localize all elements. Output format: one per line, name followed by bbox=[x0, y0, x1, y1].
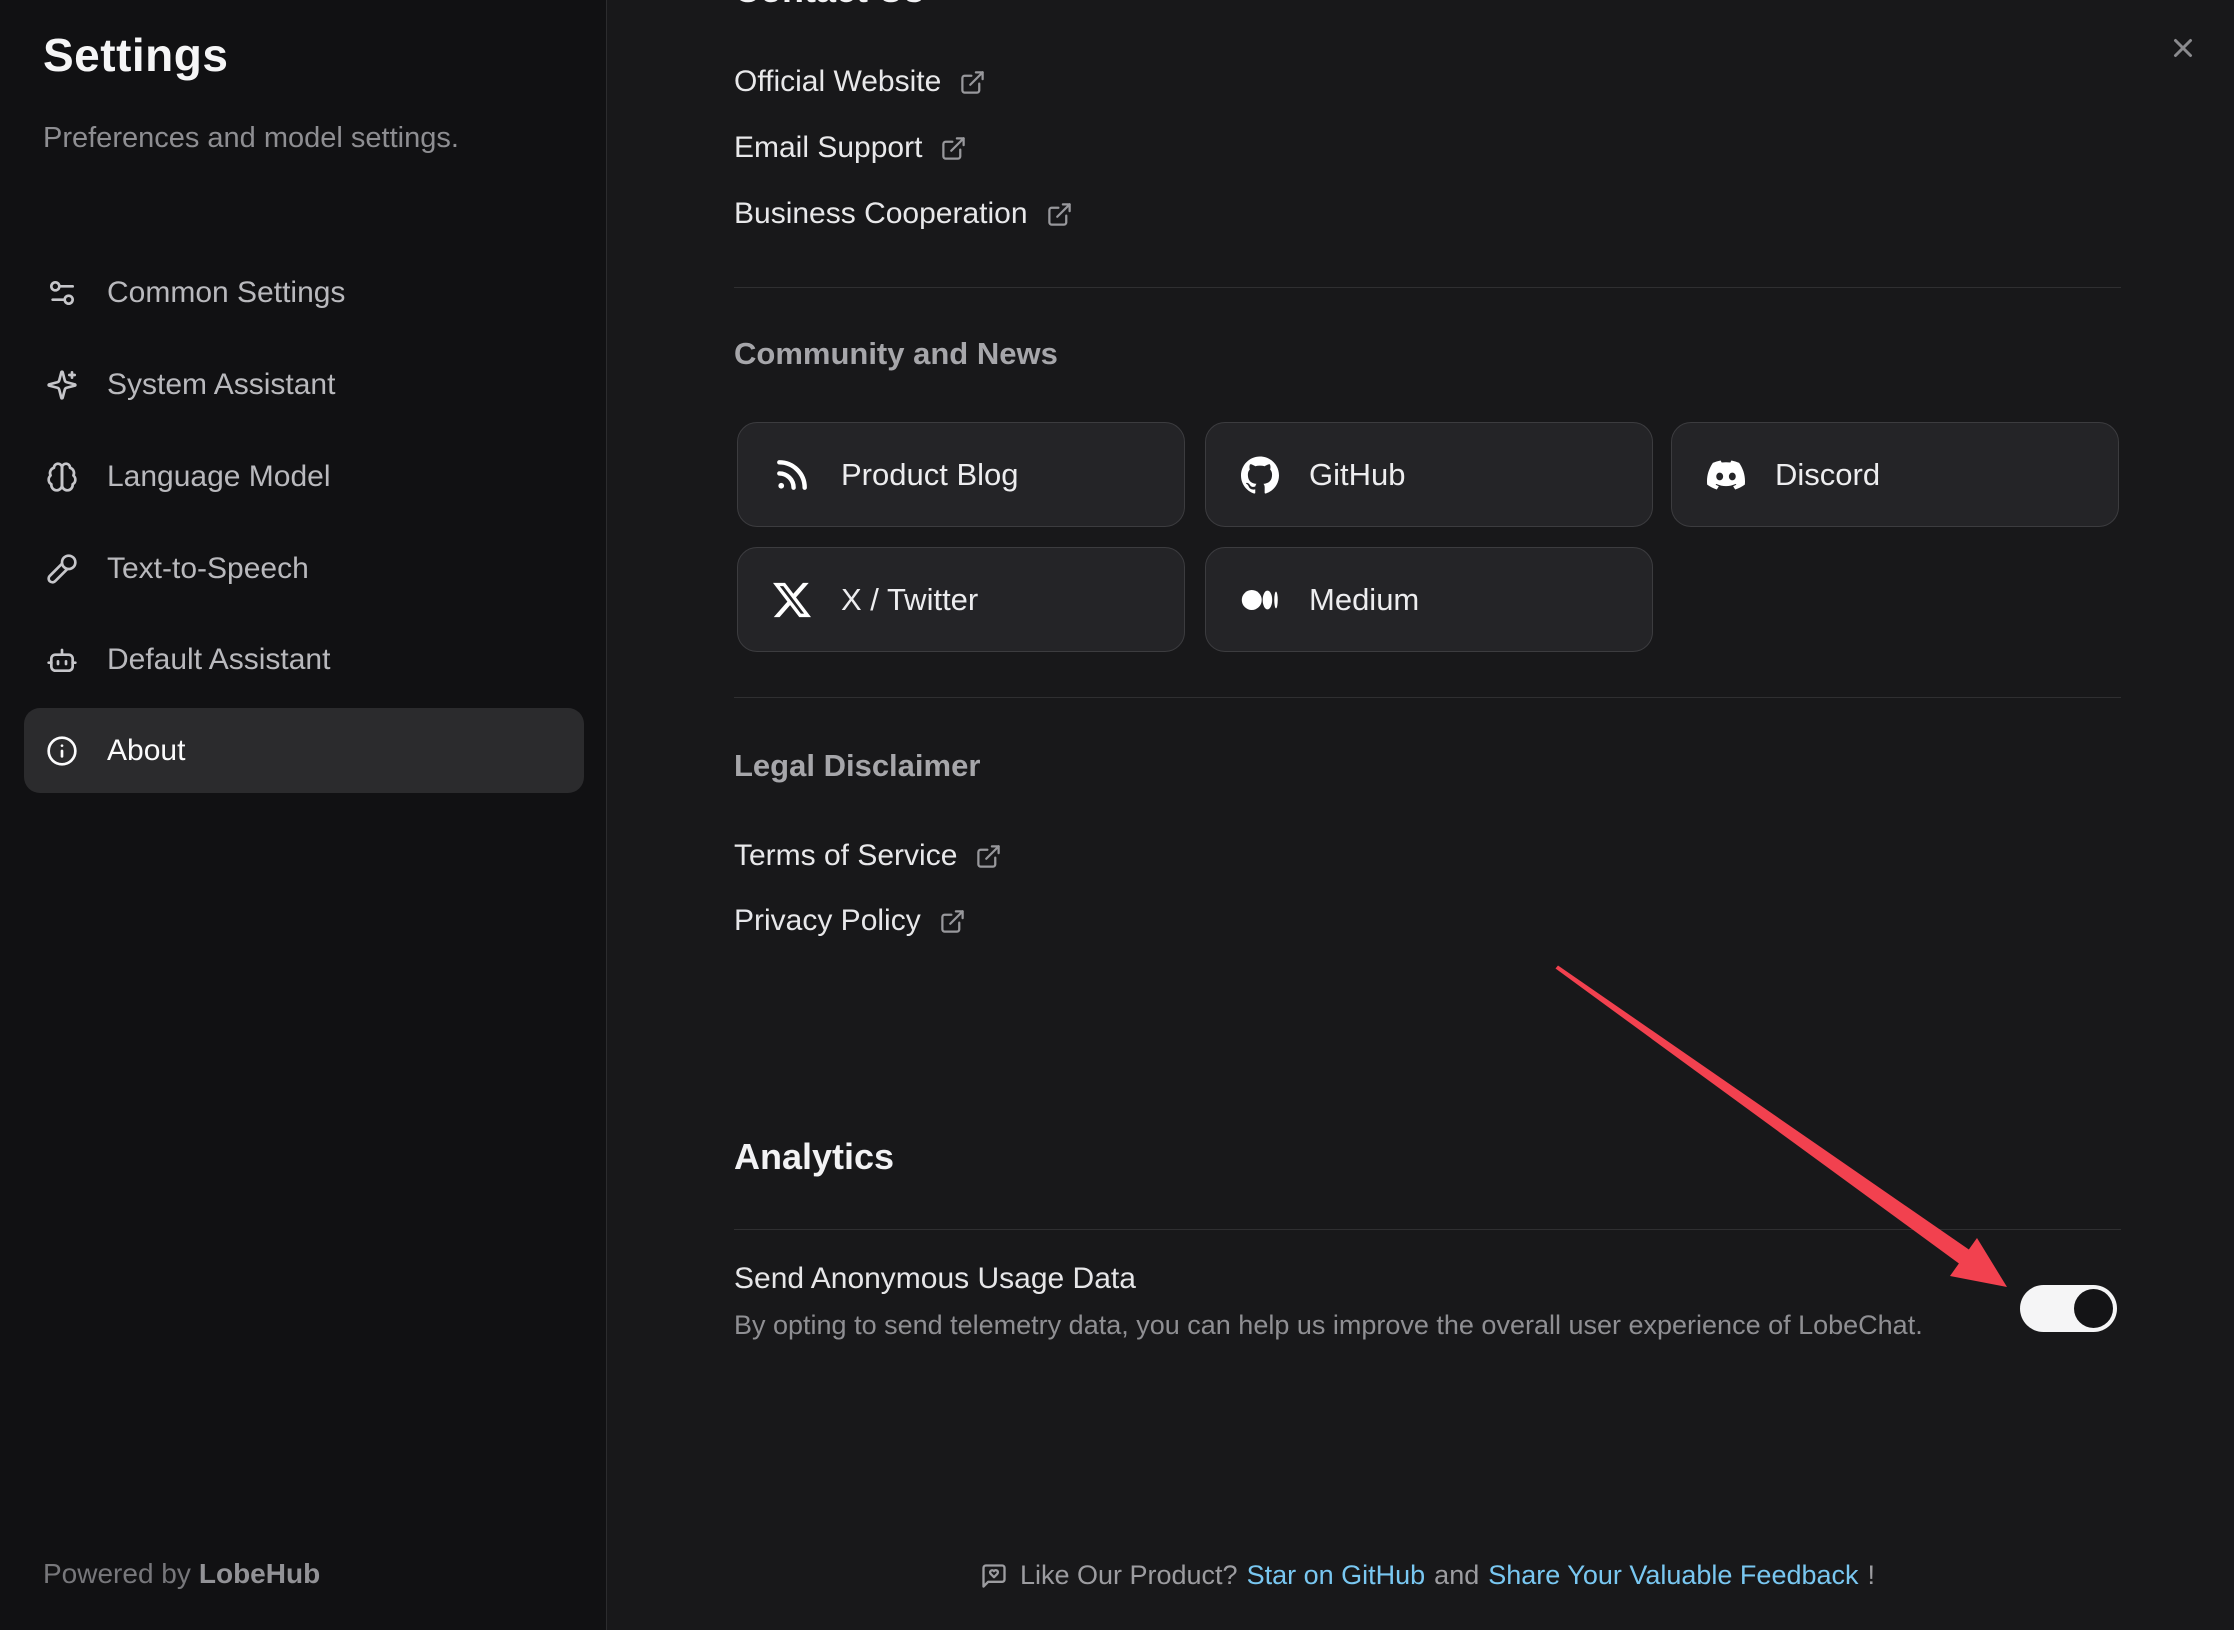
brain-icon bbox=[46, 461, 78, 493]
section-divider bbox=[734, 287, 2121, 288]
x-twitter-icon bbox=[773, 581, 811, 619]
page-subtitle: Preferences and model settings. bbox=[43, 122, 459, 155]
sidebar-item-label: About bbox=[107, 734, 185, 768]
legal-heading: Legal Disclaimer bbox=[734, 748, 2121, 784]
sidebar-item-text-to-speech[interactable]: Text-to-Speech bbox=[24, 526, 584, 611]
info-icon bbox=[46, 735, 78, 767]
send-usage-data-description: By opting to send telemetry data, you ca… bbox=[734, 1310, 2121, 1341]
discord-icon bbox=[1707, 456, 1745, 494]
product-blog-button[interactable]: Product Blog bbox=[737, 422, 1185, 527]
sidebar-item-label: Common Settings bbox=[107, 276, 345, 310]
privacy-policy-link[interactable]: Privacy Policy bbox=[734, 899, 2121, 943]
section-divider bbox=[734, 697, 2121, 698]
close-icon[interactable] bbox=[2162, 27, 2204, 69]
footer-text: Like Our Product? bbox=[1020, 1560, 1238, 1591]
sparkles-icon bbox=[46, 369, 78, 401]
share-feedback-link[interactable]: Share Your Valuable Feedback bbox=[1488, 1560, 1858, 1591]
sidebar: Settings Preferences and model settings.… bbox=[0, 0, 607, 1630]
sidebar-item-system-assistant[interactable]: System Assistant bbox=[24, 342, 584, 427]
brand-logo: LobeHub bbox=[199, 1558, 320, 1589]
settings-modal: Settings Preferences and model settings.… bbox=[0, 0, 2234, 1630]
external-link-icon bbox=[959, 69, 986, 96]
email-support-link[interactable]: Email Support bbox=[734, 126, 2121, 170]
powered-by: Powered byLobeHub bbox=[43, 1558, 320, 1590]
github-icon bbox=[1241, 456, 1279, 494]
send-usage-data-toggle[interactable] bbox=[2020, 1285, 2117, 1332]
section-divider bbox=[734, 1229, 2121, 1230]
star-on-github-link[interactable]: Star on GitHub bbox=[1247, 1560, 1426, 1591]
mic-icon bbox=[46, 553, 78, 585]
sidebar-item-label: Default Assistant bbox=[107, 643, 330, 677]
official-website-link[interactable]: Official Website bbox=[734, 60, 2121, 104]
page-title: Settings bbox=[43, 28, 228, 82]
sidebar-item-default-assistant[interactable]: Default Assistant bbox=[24, 617, 584, 702]
business-cooperation-link[interactable]: Business Cooperation bbox=[734, 192, 2121, 236]
sidebar-item-common-settings[interactable]: Common Settings bbox=[24, 250, 584, 335]
about-panel: Contact Us Official Website Email Suppor… bbox=[608, 0, 2234, 1630]
sidebar-item-about[interactable]: About bbox=[24, 708, 584, 793]
contact-us-heading: Contact Us bbox=[734, 0, 2121, 10]
x-twitter-button[interactable]: X / Twitter bbox=[737, 547, 1185, 652]
medium-icon bbox=[1241, 581, 1279, 619]
rss-icon bbox=[773, 456, 811, 494]
footer-text: ! bbox=[1868, 1560, 1876, 1591]
terms-of-service-link[interactable]: Terms of Service bbox=[734, 834, 2121, 878]
analytics-heading: Analytics bbox=[734, 1136, 2121, 1178]
github-button[interactable]: GitHub bbox=[1205, 422, 1653, 527]
sidebar-item-label: Language Model bbox=[107, 460, 331, 494]
sliders-icon bbox=[46, 277, 78, 309]
sidebar-item-language-model[interactable]: Language Model bbox=[24, 434, 584, 519]
external-link-icon bbox=[939, 908, 966, 935]
discord-button[interactable]: Discord bbox=[1671, 422, 2119, 527]
feedback-bubble-icon bbox=[980, 1562, 1008, 1590]
sidebar-item-label: Text-to-Speech bbox=[107, 552, 309, 586]
footer-text: and bbox=[1434, 1560, 1479, 1591]
send-usage-data-label: Send Anonymous Usage Data bbox=[734, 1262, 2121, 1296]
bot-icon bbox=[46, 644, 78, 676]
toggle-knob bbox=[2074, 1289, 2113, 1328]
external-link-icon bbox=[1046, 201, 1073, 228]
community-heading: Community and News bbox=[734, 336, 2121, 372]
external-link-icon bbox=[940, 135, 967, 162]
footer-feedback: Like Our Product? Star on GitHub and Sha… bbox=[734, 1560, 2121, 1591]
sidebar-item-label: System Assistant bbox=[107, 368, 335, 402]
medium-button[interactable]: Medium bbox=[1205, 547, 1653, 652]
external-link-icon bbox=[975, 843, 1002, 870]
